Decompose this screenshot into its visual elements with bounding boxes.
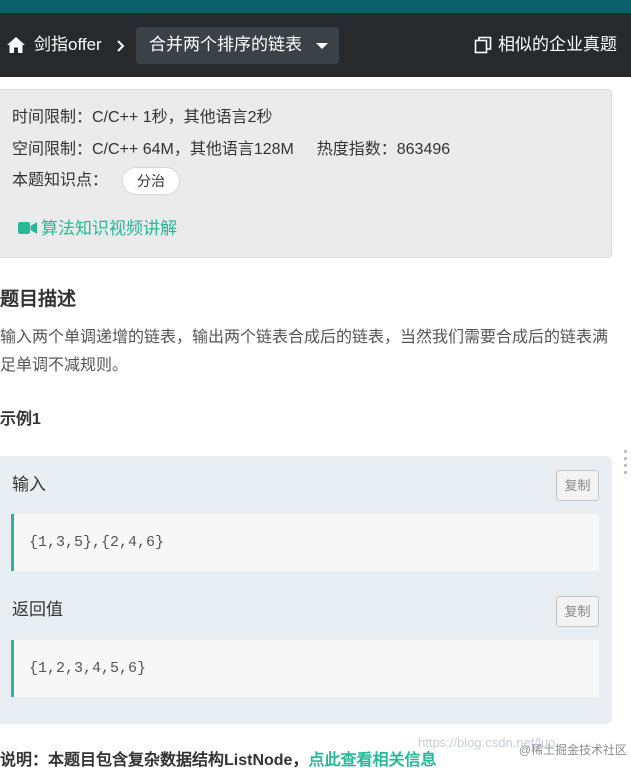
space-limit-row: 空间限制：C/C++ 64M，其他语言128M 热度指数：863496 (12, 140, 450, 160)
video-camera-icon (18, 222, 37, 234)
output-label: 返回值 (12, 600, 63, 619)
problem-selector-dropdown[interactable]: 合并两个排序的链表 (136, 27, 339, 64)
similar-problems-label: 相似的企业真题 (498, 35, 617, 54)
description-text: 输入两个单调递增的链表，输出两个链表合成后的链表，当然我们需要合成后的链表满足单… (0, 329, 609, 374)
problem-info-panel: 时间限制：C/C++ 1秒，其他语言2秒 空间限制：C/C++ 64M，其他语言… (0, 89, 612, 258)
input-code-block: {1,3,5},{2,4,6} (11, 514, 599, 571)
top-navbar: 剑指offer 合并两个排序的链表 相似的企业真题 (0, 13, 631, 77)
copy-input-button[interactable]: 复制 (556, 470, 599, 501)
site-watermark: @稀土掘金技术社区 (518, 743, 627, 757)
video-explanation-link[interactable]: 算法知识视频讲解 (18, 218, 177, 240)
video-link-label: 算法知识视频讲解 (41, 219, 177, 238)
panel-resize-handle[interactable] (624, 450, 628, 478)
knowledge-label: 本题知识点： (12, 172, 109, 189)
breadcrumb-link[interactable]: 剑指offer (34, 35, 102, 55)
home-icon[interactable] (6, 35, 26, 55)
description-heading: 题目描述 (0, 289, 77, 310)
space-limit: 空间限制：C/C++ 64M，其他语言128M (12, 141, 294, 158)
knowledge-tag[interactable]: 分治 (122, 167, 180, 195)
top-accent-strip (0, 0, 631, 13)
copy-window-icon (474, 36, 492, 54)
output-code-block: {1,2,3,4,5,6} (11, 640, 599, 697)
example-heading: 示例1 (0, 411, 41, 428)
problem-title: 合并两个排序的链表 (149, 35, 302, 54)
caret-down-icon (316, 43, 328, 49)
example-panel: 输入 复制 {1,3,5},{2,4,6} 返回值 复制 {1,2,3,4,5,… (0, 456, 612, 724)
chevron-right-icon (116, 39, 126, 52)
note-line: 说明：本题目包含复杂数据结构ListNode，点此查看相关信息 (0, 750, 436, 772)
similar-problems-link[interactable]: 相似的企业真题 (474, 34, 617, 56)
hotness-index: 热度指数：863496 (316, 141, 451, 158)
input-label: 输入 (12, 475, 46, 494)
time-limit: 时间限制：C/C++ 1秒，其他语言2秒 (12, 109, 273, 126)
copy-output-button[interactable]: 复制 (556, 596, 599, 627)
